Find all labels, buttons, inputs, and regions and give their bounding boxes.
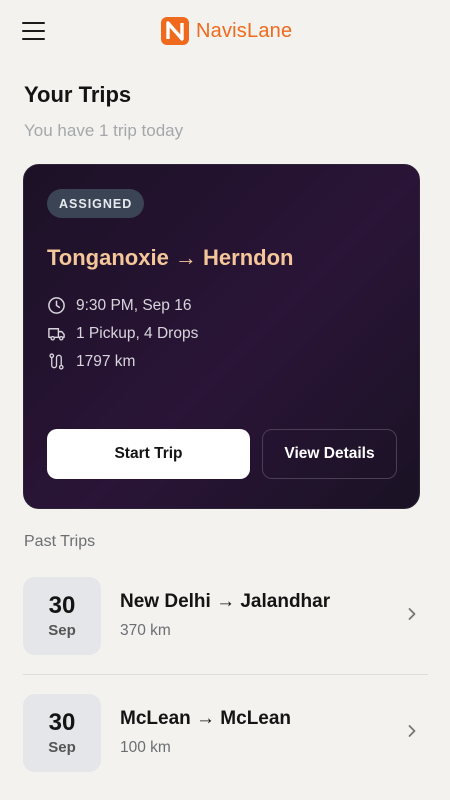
page-subtitle: You have 1 trip today	[24, 121, 184, 140]
divider	[23, 674, 428, 675]
date-day: 30	[48, 709, 76, 737]
date-month: Sep	[48, 621, 76, 639]
past-trip-item[interactable]: 30 Sep New Delhi → Jalandhar 370 km	[0, 565, 450, 661]
brand-name: NavisLane	[196, 19, 293, 42]
trip-time-row: 9:30 PM, Sep 16	[47, 296, 191, 315]
hamburger-menu-icon[interactable]	[22, 20, 48, 42]
top-bar: NavisLane	[0, 0, 450, 62]
trip-stops: 1 Pickup, 4 Drops	[76, 324, 199, 342]
start-trip-button[interactable]: Start Trip	[47, 429, 250, 479]
route-icon	[49, 353, 64, 370]
chevron-right-icon[interactable]	[405, 724, 419, 738]
current-trip-card: ASSIGNED Tonganoxie → Herndon 9:30 PM, S…	[23, 164, 420, 509]
trip-stops-row: 1 Pickup, 4 Drops	[47, 324, 198, 343]
trip-time: 9:30 PM, Sep 16	[76, 296, 192, 314]
past-trips-title: Past Trips	[24, 533, 96, 550]
past-trip-route: New Delhi → Jalandhar	[120, 591, 331, 612]
page-title: Your Trips	[24, 82, 132, 107]
trip-route: Tonganoxie → Herndon	[47, 245, 294, 270]
trip-distance-row: 1797 km	[47, 352, 135, 371]
clock-icon	[48, 297, 65, 314]
navislane-logo-icon	[161, 17, 189, 45]
truck-icon	[48, 328, 65, 341]
past-trip-route: McLean → McLean	[120, 708, 292, 729]
date-box: 30 Sep	[23, 577, 101, 655]
status-badge: ASSIGNED	[47, 189, 145, 218]
chevron-right-icon[interactable]	[405, 607, 419, 621]
past-trip-distance: 370 km	[120, 622, 171, 639]
date-day: 30	[48, 592, 76, 620]
brand-logo: NavisLane	[160, 16, 292, 46]
date-month: Sep	[48, 738, 76, 756]
view-details-button[interactable]: View Details	[262, 429, 397, 479]
past-trip-item[interactable]: 30 Sep McLean → McLean 100 km	[0, 682, 450, 778]
trip-distance: 1797 km	[76, 352, 136, 370]
past-trip-distance: 100 km	[120, 739, 171, 756]
date-box: 30 Sep	[23, 694, 101, 772]
